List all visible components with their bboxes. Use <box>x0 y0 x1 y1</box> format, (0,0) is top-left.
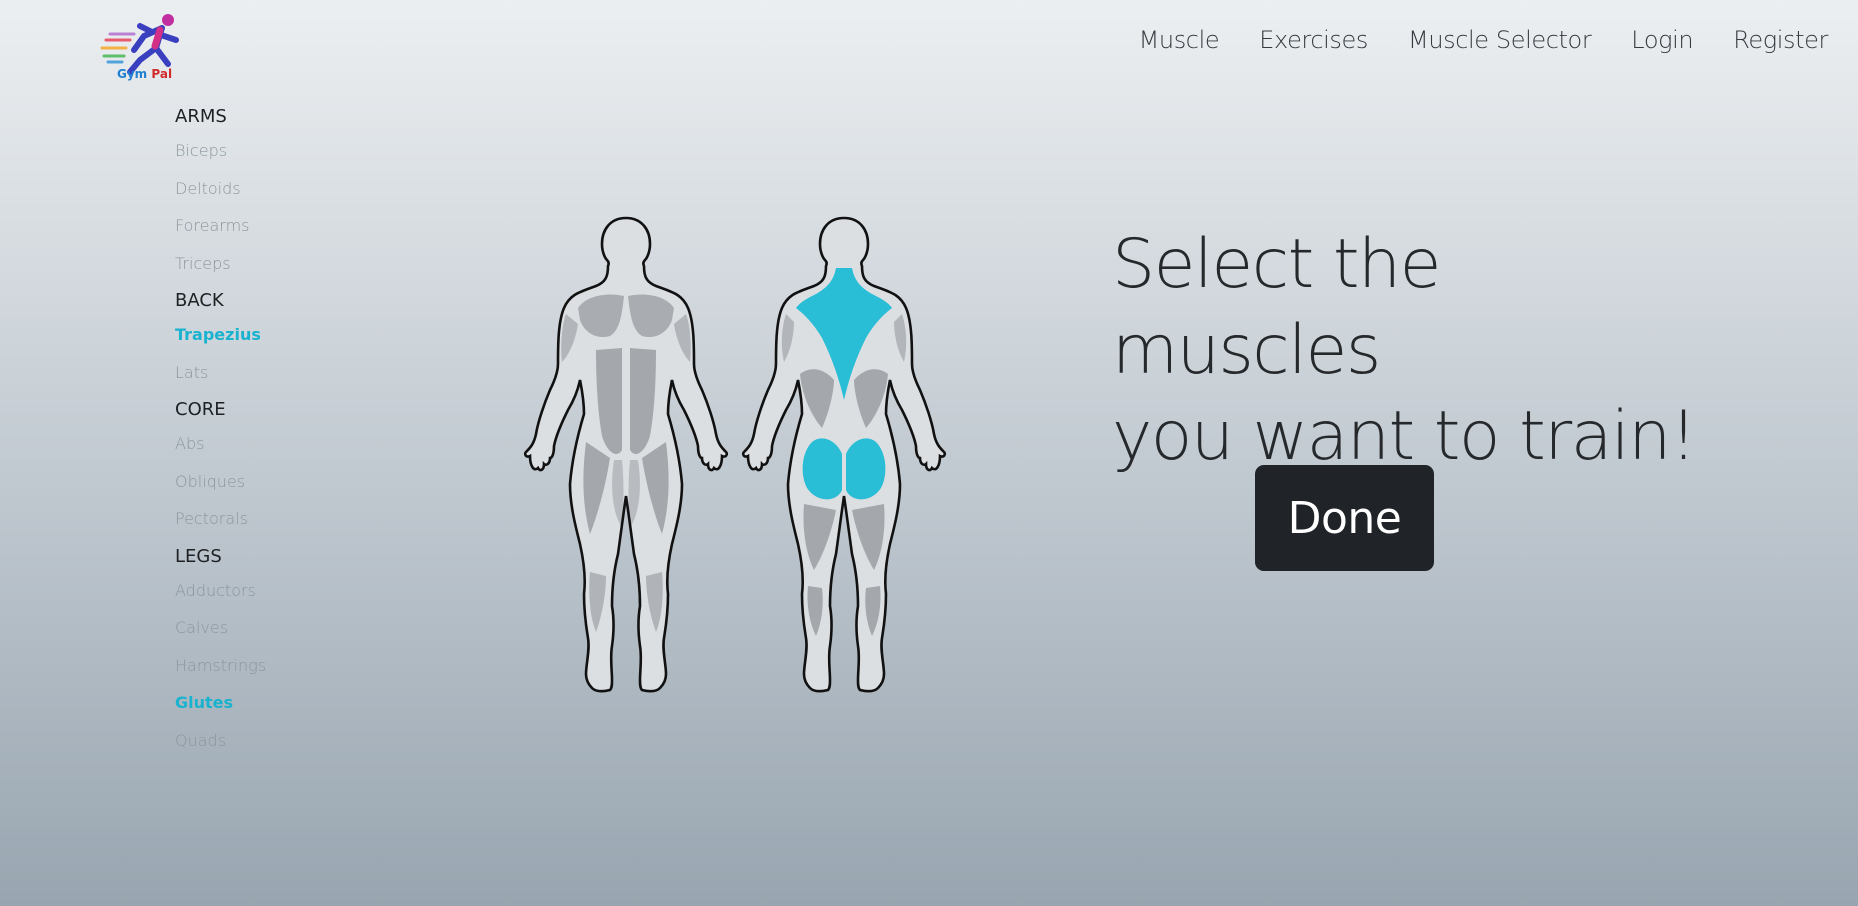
group-title-core: CORE <box>175 399 226 420</box>
done-button[interactable]: Done <box>1255 465 1434 571</box>
brand-name: Gym Pal <box>117 67 172 81</box>
muscle-item-pectorals[interactable]: Pectorals <box>175 508 355 530</box>
nav-register[interactable]: Register <box>1733 26 1828 54</box>
muscle-item-hamstrings[interactable]: Hamstrings <box>175 655 355 677</box>
nav-muscle-selector[interactable]: Muscle Selector <box>1408 26 1592 54</box>
muscle-item-quads[interactable]: Quads <box>175 730 355 752</box>
top-nav: Muscle Exercises Muscle Selector Login R… <box>1139 26 1829 54</box>
muscle-item-deltoids[interactable]: Deltoids <box>175 178 355 200</box>
muscle-item-trapezius[interactable]: Trapezius <box>175 324 355 346</box>
group-title-arms: ARMS <box>175 106 227 127</box>
muscle-item-forearms[interactable]: Forearms <box>175 215 355 237</box>
group-core: CORE Abs Obliques Pectorals <box>175 399 355 530</box>
back-body <box>741 216 947 693</box>
muscle-item-calves[interactable]: Calves <box>175 617 355 639</box>
group-arms: ARMS Biceps Deltoids Forearms Triceps <box>175 106 355 275</box>
muscle-item-lats[interactable]: Lats <box>175 362 355 384</box>
muscle-item-obliques[interactable]: Obliques <box>175 471 355 493</box>
muscle-item-biceps[interactable]: Biceps <box>175 140 355 162</box>
brand-name-part2: Pal <box>151 67 173 81</box>
muscle-item-triceps[interactable]: Triceps <box>175 253 355 275</box>
muscle-item-glutes[interactable]: Glutes <box>175 692 355 714</box>
front-body <box>523 216 729 693</box>
group-back: BACK Trapezius Lats <box>175 290 355 384</box>
group-title-legs: LEGS <box>175 545 222 567</box>
gym-pal-logo[interactable]: Gym Pal <box>100 10 190 84</box>
muscle-item-adductors[interactable]: Adductors <box>175 580 355 602</box>
page-headline: Select the muscles you want to train! <box>1112 222 1712 480</box>
nav-login[interactable]: Login <box>1631 26 1693 54</box>
nav-exercises[interactable]: Exercises <box>1259 26 1368 54</box>
headline-line1: Select the muscles <box>1112 225 1442 390</box>
muscle-sidebar: ARMS Biceps Deltoids Forearms Triceps BA… <box>175 106 355 767</box>
group-legs: LEGS Adductors Calves Hamstrings Glutes … <box>175 546 355 752</box>
muscle-item-abs[interactable]: Abs <box>175 433 355 455</box>
brand-name-part1: Gym <box>117 67 148 81</box>
muscle-body-diagram <box>523 216 947 693</box>
group-title-back: BACK <box>175 290 224 311</box>
nav-muscle[interactable]: Muscle <box>1139 26 1220 54</box>
